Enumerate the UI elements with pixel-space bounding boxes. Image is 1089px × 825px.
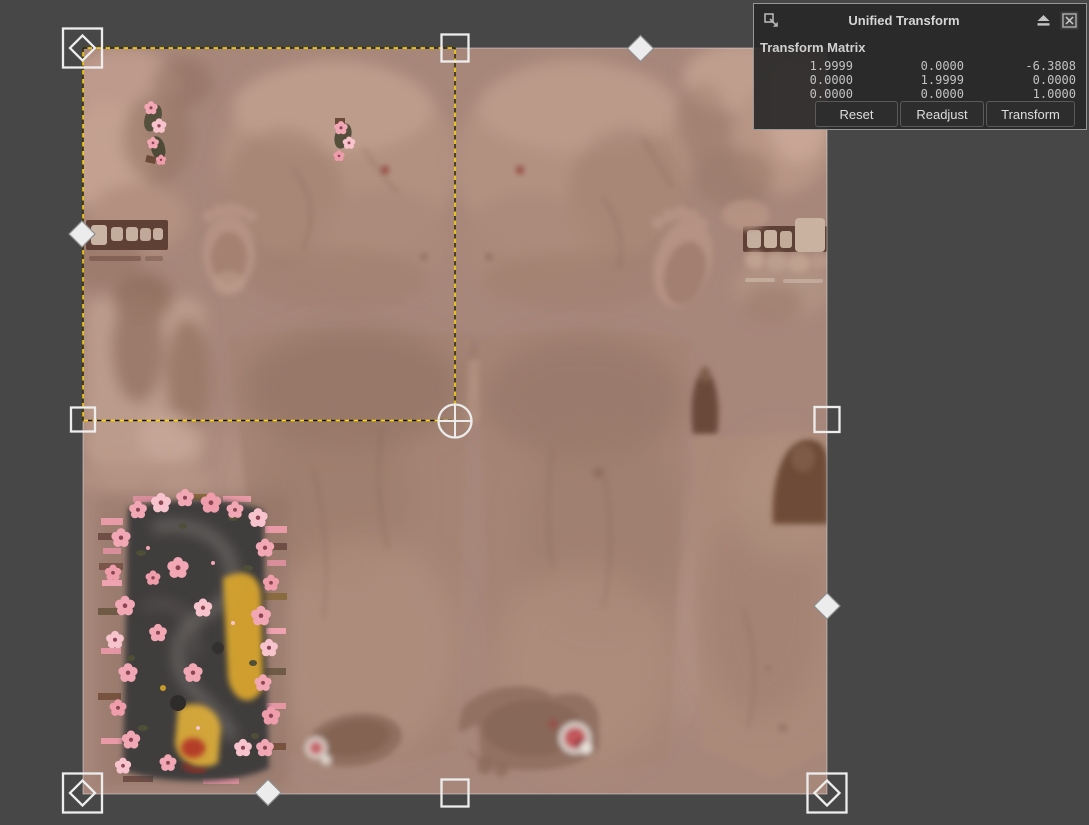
shear-handle-left[interactable] [69,221,95,247]
matrix-cell: 0.0000 [853,87,964,101]
close-icon[interactable] [1059,10,1079,30]
transform-button[interactable]: Transform [986,101,1075,127]
shear-handle-right[interactable] [814,593,840,619]
reset-button[interactable]: Reset [815,101,898,127]
dialog-button-row: Reset Readjust Transform [815,101,1075,127]
dialog-header[interactable]: Unified Transform [754,4,1086,36]
shear-handle-top[interactable] [627,35,653,61]
matrix-cell: 1.9999 [853,73,964,87]
matrix-cell: 1.9999 [760,59,853,73]
gimp-canvas-window: { "dialog": { "title": "Unified Transfor… [0,0,1089,825]
scale-handle-bottom[interactable] [442,780,469,807]
matrix-cell: 0.0000 [853,59,964,73]
pivot-handle[interactable] [438,404,473,439]
eject-icon[interactable] [1033,10,1053,30]
unified-transform-dialog: Unified Transform Transform Matrix 1.999… [753,3,1087,130]
readjust-button[interactable]: Readjust [900,101,984,127]
matrix-cell: 1.0000 [964,87,1076,101]
matrix-cell: -6.3808 [964,59,1076,73]
transform-matrix-label: Transform Matrix [760,40,865,55]
dialog-title: Unified Transform [781,13,1027,28]
transform-matrix-grid: 1.9999 0.0000 -6.3808 0.0000 1.9999 0.00… [760,59,1076,101]
unified-transform-icon [761,10,781,30]
shear-handle-bottom[interactable] [255,779,281,805]
matrix-cell: 0.0000 [964,73,1076,87]
matrix-cell: 0.0000 [760,73,853,87]
layer-boundary-dashes [83,48,455,421]
matrix-cell: 0.0000 [760,87,853,101]
